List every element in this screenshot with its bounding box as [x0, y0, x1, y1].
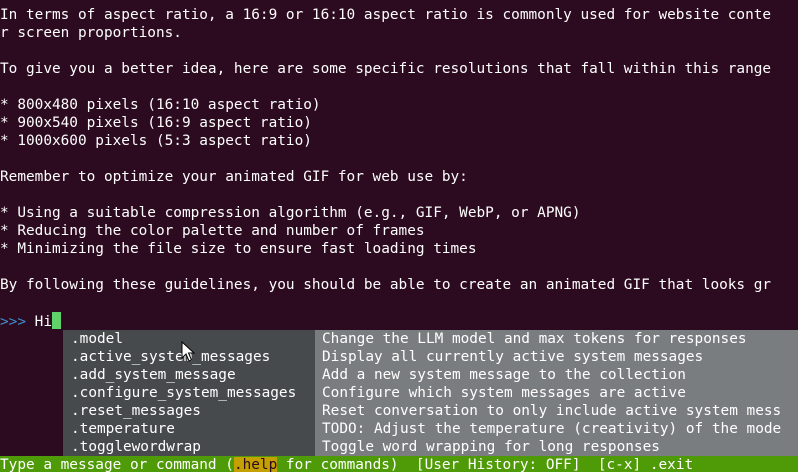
prompt-input[interactable]: Hi — [35, 314, 52, 330]
completion-item[interactable]: .togglewordwrap Toggle word wrapping for … — [63, 438, 798, 456]
output-line: In terms of aspect ratio, a 16:9 or 16:1… — [0, 7, 772, 23]
completion-command[interactable]: .temperature — [63, 420, 315, 438]
history-bracket-open-icon: [ — [415, 457, 425, 472]
completion-item[interactable]: .temperature TODO: Adjust the temperature… — [63, 420, 798, 438]
completion-description[interactable]: Toggle word wrapping for long responses — [315, 438, 798, 456]
completion-description[interactable]: Configure which system messages are acti… — [315, 384, 798, 402]
output-line: * Minimizing the file size to ensure fas… — [0, 241, 477, 257]
mouse-pointer-icon — [181, 341, 195, 362]
completion-item[interactable]: .active_system_messages Display all curre… — [63, 348, 798, 366]
completion-command[interactable]: .togglewordwrap — [63, 438, 315, 456]
completion-menu[interactable]: .model Change the LLM model and max token… — [63, 330, 798, 456]
output-line: * 900x540 pixels (16:9 aspect ratio) — [0, 115, 312, 131]
output-line: By following these guidelines, you shoul… — [0, 277, 772, 293]
completion-command[interactable]: .configure_system_messages — [63, 384, 315, 402]
output-line: To give you a better idea, here are some… — [0, 61, 772, 77]
prompt-input-line[interactable]: >>> Hi — [0, 312, 61, 330]
terminal-window[interactable]: In terms of aspect ratio, a 16:9 or 16:1… — [0, 0, 798, 472]
output-line: Remember to optimize your animated GIF f… — [0, 169, 468, 185]
completion-item[interactable]: .configure_system_messages Configure whic… — [63, 384, 798, 402]
exit-key: [c-x] — [597, 457, 642, 472]
text-cursor — [52, 312, 61, 329]
history-bracket-close-icon: ] — [571, 457, 581, 472]
history-status: User History: OFF — [424, 457, 572, 472]
output-line: * Using a suitable compression algorithm… — [0, 205, 581, 221]
completion-description[interactable]: Change the LLM model and max tokens for … — [315, 330, 798, 348]
help-command-highlight: .help — [233, 457, 278, 472]
completion-command[interactable]: .add_system_message — [63, 366, 315, 384]
completion-description[interactable]: TODO: Adjust the temperature (creativity… — [315, 420, 798, 438]
exit-label: .exit — [649, 457, 694, 472]
completion-item[interactable]: .reset_messages Reset conversation to onl… — [63, 402, 798, 420]
output-line: r screen proportions. — [0, 25, 182, 41]
completion-item[interactable]: .add_system_message Add a new system mess… — [63, 366, 798, 384]
completion-description[interactable]: Reset conversation to only include activ… — [315, 402, 798, 420]
toolbar-hint-prefix: Type a message or command ( — [0, 457, 234, 472]
bottom-toolbar: Type a message or command (.help for com… — [0, 456, 798, 472]
prompt-symbol: >>> — [0, 314, 26, 330]
toolbar-hint-suffix: for commands) — [277, 457, 399, 472]
completion-description[interactable]: Add a new system message to the collecti… — [315, 366, 798, 384]
completion-description[interactable]: Display all currently active system mess… — [315, 348, 798, 366]
output-line: * 800x480 pixels (16:10 aspect ratio) — [0, 97, 321, 113]
output-line: * Reducing the color palette and number … — [0, 223, 425, 239]
completion-command[interactable]: .reset_messages — [63, 402, 315, 420]
output-line: * 1000x600 pixels (5:3 aspect ratio) — [0, 133, 312, 149]
completion-item[interactable]: .model Change the LLM model and max token… — [63, 330, 798, 348]
